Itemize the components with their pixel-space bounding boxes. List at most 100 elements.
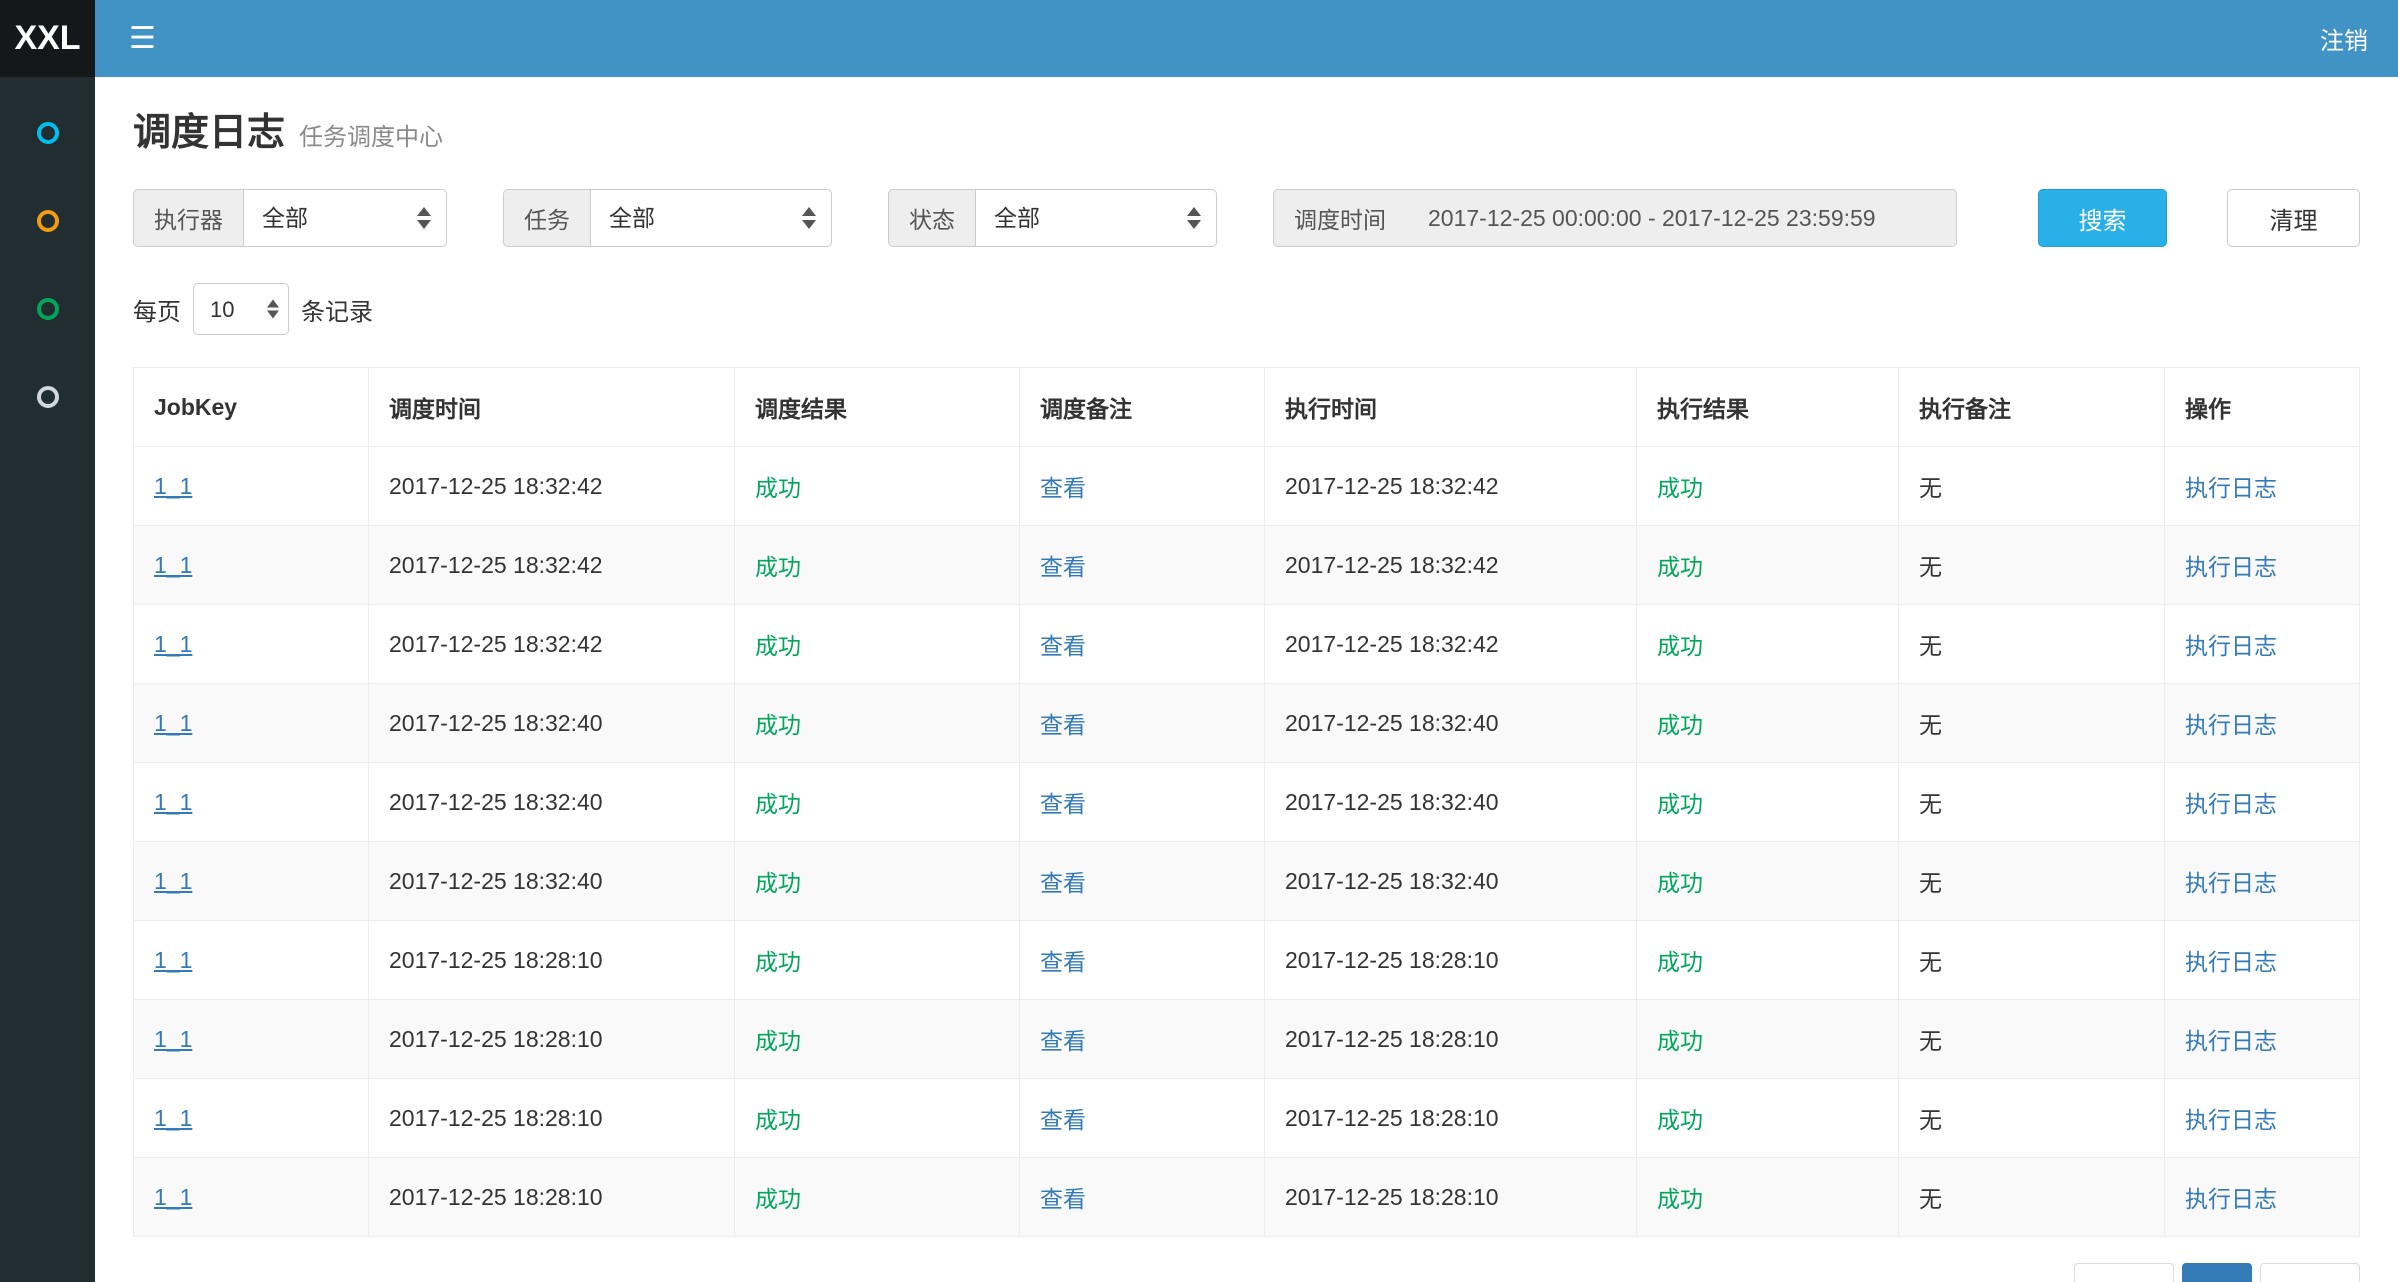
view-trigger-msg-link[interactable]: 查看 <box>1040 475 1086 501</box>
circle-icon <box>37 210 59 232</box>
navbar-body: ☰ 注销 <box>95 0 2398 77</box>
sidebar-item-4[interactable] <box>0 353 95 441</box>
jobkey-link[interactable]: 1_1 <box>154 631 192 657</box>
log-table-header: JobKey 调度时间 调度结果 调度备注 执行时间 执行结果 执行备注 操作 <box>134 368 2360 447</box>
trigger-msg-cell: 查看 <box>1020 526 1265 605</box>
jobkey-link[interactable]: 1_1 <box>154 947 192 973</box>
exec-log-link[interactable]: 执行日志 <box>2185 633 2277 659</box>
table-row: 1_1 2017-12-25 18:28:10 成功 查看 2017-12-25… <box>134 921 2360 1000</box>
clear-button[interactable]: 清理 <box>2227 189 2360 247</box>
jobkey-cell: 1_1 <box>134 1158 369 1237</box>
trigger-time-cell: 2017-12-25 18:32:42 <box>369 526 735 605</box>
app-logo[interactable]: XXL <box>0 0 95 77</box>
status-select[interactable]: 全部 <box>975 189 1217 247</box>
sidebar-item-3[interactable] <box>0 265 95 353</box>
handle-result-cell: 成功 <box>1637 1000 1899 1079</box>
trigger-msg-cell: 查看 <box>1020 1000 1265 1079</box>
action-cell: 执行日志 <box>2165 921 2360 1000</box>
handle-result-cell: 成功 <box>1637 447 1899 526</box>
column-header-trigger-result[interactable]: 调度结果 <box>735 368 1020 447</box>
exec-log-link[interactable]: 执行日志 <box>2185 554 2277 580</box>
action-cell: 执行日志 <box>2165 1079 2360 1158</box>
page-title: 调度日志 <box>133 111 285 155</box>
sidebar-item-2[interactable] <box>0 177 95 265</box>
prev-page-button[interactable]: 上页 <box>2074 1263 2174 1282</box>
pagination: 上页 1 下页 <box>2066 1263 2360 1282</box>
view-trigger-msg-link[interactable]: 查看 <box>1040 1028 1086 1054</box>
exec-log-link[interactable]: 执行日志 <box>2185 791 2277 817</box>
handle-result-cell: 成功 <box>1637 605 1899 684</box>
jobkey-link[interactable]: 1_1 <box>154 868 192 894</box>
jobkey-cell: 1_1 <box>134 921 369 1000</box>
trigger-time-cell: 2017-12-25 18:28:10 <box>369 1158 735 1237</box>
view-trigger-msg-link[interactable]: 查看 <box>1040 791 1086 817</box>
trigger-msg-cell: 查看 <box>1020 921 1265 1000</box>
exec-log-link[interactable]: 执行日志 <box>2185 870 2277 896</box>
page-header: 调度日志 任务调度中心 <box>133 111 2360 155</box>
trigger-time-filter-group: 调度时间 <box>1273 189 1957 247</box>
jobkey-link[interactable]: 1_1 <box>154 1184 192 1210</box>
action-cell: 执行日志 <box>2165 447 2360 526</box>
action-cell: 执行日志 <box>2165 842 2360 921</box>
jobkey-cell: 1_1 <box>134 1079 369 1158</box>
page-size-select[interactable]: 10 <box>193 283 289 335</box>
view-trigger-msg-link[interactable]: 查看 <box>1040 712 1086 738</box>
jobkey-link[interactable]: 1_1 <box>154 710 192 736</box>
exec-log-link[interactable]: 执行日志 <box>2185 949 2277 975</box>
current-page-button[interactable]: 1 <box>2182 1263 2252 1282</box>
column-header-jobkey[interactable]: JobKey <box>134 368 369 447</box>
next-page-button[interactable]: 下页 <box>2260 1263 2360 1282</box>
job-select[interactable]: 全部 <box>590 189 832 247</box>
action-cell: 执行日志 <box>2165 1158 2360 1237</box>
trigger-time-cell: 2017-12-25 18:28:10 <box>369 921 735 1000</box>
handle-msg-cell: 无 <box>1899 921 2165 1000</box>
exec-log-link[interactable]: 执行日志 <box>2185 1186 2277 1212</box>
executor-select[interactable]: 全部 <box>243 189 447 247</box>
search-button[interactable]: 搜索 <box>2038 189 2167 247</box>
column-header-handle-result[interactable]: 执行结果 <box>1637 368 1899 447</box>
trigger-msg-cell: 查看 <box>1020 447 1265 526</box>
exec-log-link[interactable]: 执行日志 <box>2185 475 2277 501</box>
handle-msg-cell: 无 <box>1899 763 2165 842</box>
view-trigger-msg-link[interactable]: 查看 <box>1040 633 1086 659</box>
exec-log-link[interactable]: 执行日志 <box>2185 1107 2277 1133</box>
logout-link[interactable]: 注销 <box>2320 21 2368 56</box>
job-filter-label: 任务 <box>503 189 590 247</box>
column-header-handle-msg[interactable]: 执行备注 <box>1899 368 2165 447</box>
jobkey-link[interactable]: 1_1 <box>154 473 192 499</box>
column-header-action[interactable]: 操作 <box>2165 368 2360 447</box>
trigger-time-range-input[interactable] <box>1406 189 1957 247</box>
jobkey-link[interactable]: 1_1 <box>154 1026 192 1052</box>
circle-icon <box>37 298 59 320</box>
action-cell: 执行日志 <box>2165 1000 2360 1079</box>
trigger-time-cell: 2017-12-25 18:28:10 <box>369 1000 735 1079</box>
handle-result-cell: 成功 <box>1637 526 1899 605</box>
handle-msg-cell: 无 <box>1899 1000 2165 1079</box>
view-trigger-msg-link[interactable]: 查看 <box>1040 1107 1086 1133</box>
exec-log-link[interactable]: 执行日志 <box>2185 712 2277 738</box>
column-header-trigger-time[interactable]: 调度时间 <box>369 368 735 447</box>
handle-msg-cell: 无 <box>1899 605 2165 684</box>
column-header-handle-time[interactable]: 执行时间 <box>1265 368 1637 447</box>
pagination-info: 第 1 页 ( 总共 1 页， 10 条记录 ) <box>133 1276 478 1282</box>
sidebar-item-1[interactable] <box>0 89 95 177</box>
trigger-msg-cell: 查看 <box>1020 842 1265 921</box>
view-trigger-msg-link[interactable]: 查看 <box>1040 949 1086 975</box>
trigger-result-cell: 成功 <box>735 684 1020 763</box>
column-header-trigger-msg[interactable]: 调度备注 <box>1020 368 1265 447</box>
jobkey-link[interactable]: 1_1 <box>154 1105 192 1131</box>
action-cell: 执行日志 <box>2165 763 2360 842</box>
jobkey-link[interactable]: 1_1 <box>154 789 192 815</box>
handle-time-cell: 2017-12-25 18:32:42 <box>1265 526 1637 605</box>
view-trigger-msg-link[interactable]: 查看 <box>1040 554 1086 580</box>
main-content: 调度日志 任务调度中心 执行器 全部 任务 全部 状态 <box>95 77 2398 1282</box>
jobkey-link[interactable]: 1_1 <box>154 552 192 578</box>
jobkey-cell: 1_1 <box>134 605 369 684</box>
view-trigger-msg-link[interactable]: 查看 <box>1040 870 1086 896</box>
trigger-msg-cell: 查看 <box>1020 605 1265 684</box>
exec-log-link[interactable]: 执行日志 <box>2185 1028 2277 1054</box>
handle-result-cell: 成功 <box>1637 842 1899 921</box>
jobkey-cell: 1_1 <box>134 763 369 842</box>
sidebar-toggle-icon[interactable]: ☰ <box>129 24 156 54</box>
view-trigger-msg-link[interactable]: 查看 <box>1040 1186 1086 1212</box>
